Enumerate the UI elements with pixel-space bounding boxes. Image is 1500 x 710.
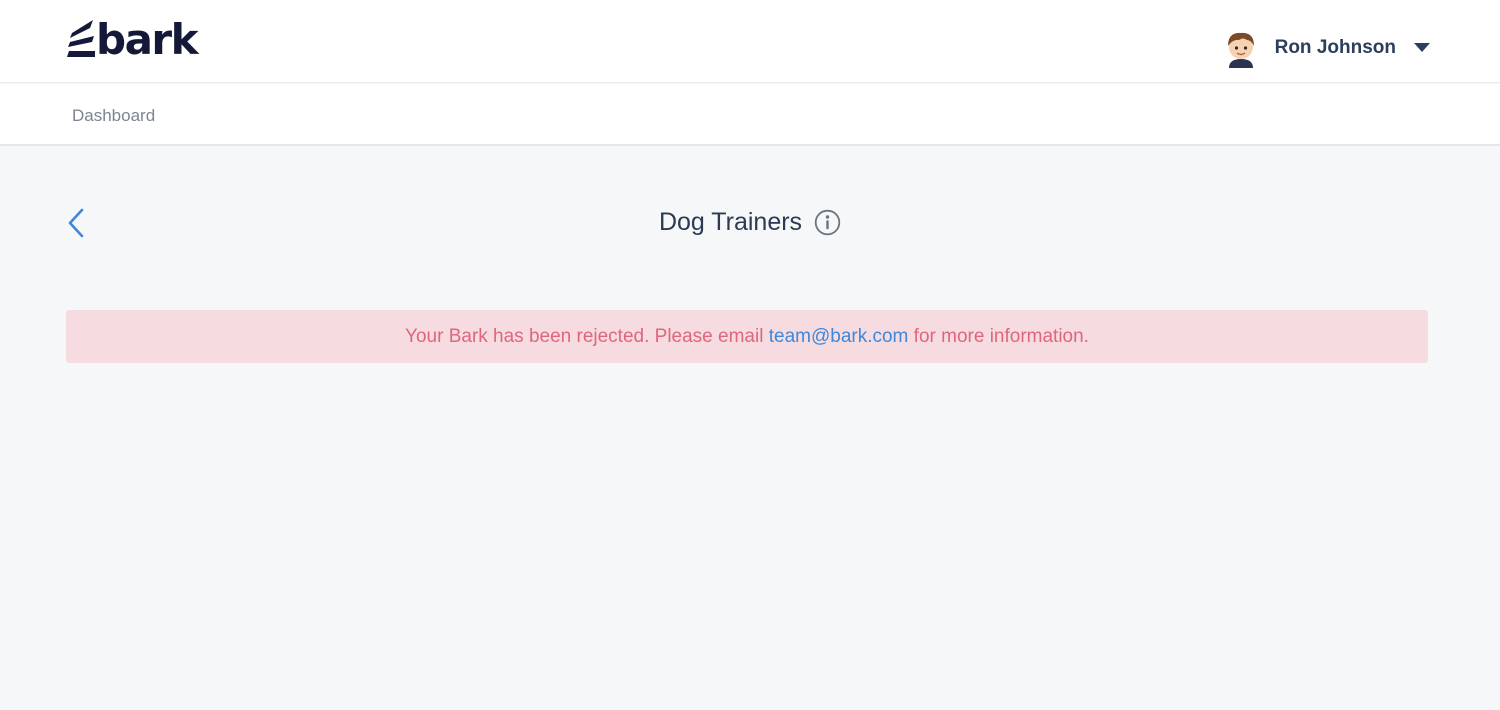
user-menu[interactable]: Ron Johnson: [1223, 26, 1430, 70]
logo-text: bark: [96, 15, 199, 64]
rejection-alert: Your Bark has been rejected. Please emai…: [66, 310, 1428, 363]
alert-text-after: for more information.: [908, 325, 1089, 347]
alert-text-before: Your Bark has been rejected. Please emai…: [405, 325, 769, 347]
page-title: Dog Trainers: [658, 207, 803, 236]
nav-dashboard-link[interactable]: Dashboard: [72, 106, 155, 126]
bark-logo[interactable]: bark: [66, 15, 199, 64]
caret-down-icon: [1414, 43, 1430, 52]
support-email-link[interactable]: team@bark.com: [769, 326, 909, 348]
info-icon[interactable]: [814, 209, 841, 236]
page-header: Dog Trainers: [0, 200, 1500, 244]
top-header: bark Ron Johnson: [0, 0, 1500, 83]
avatar: [1227, 32, 1254, 68]
user-name: Ron Johnson: [1274, 37, 1396, 58]
bark-logo-mark-icon: [67, 20, 95, 57]
sub-navigation: Dashboard: [0, 84, 1500, 146]
